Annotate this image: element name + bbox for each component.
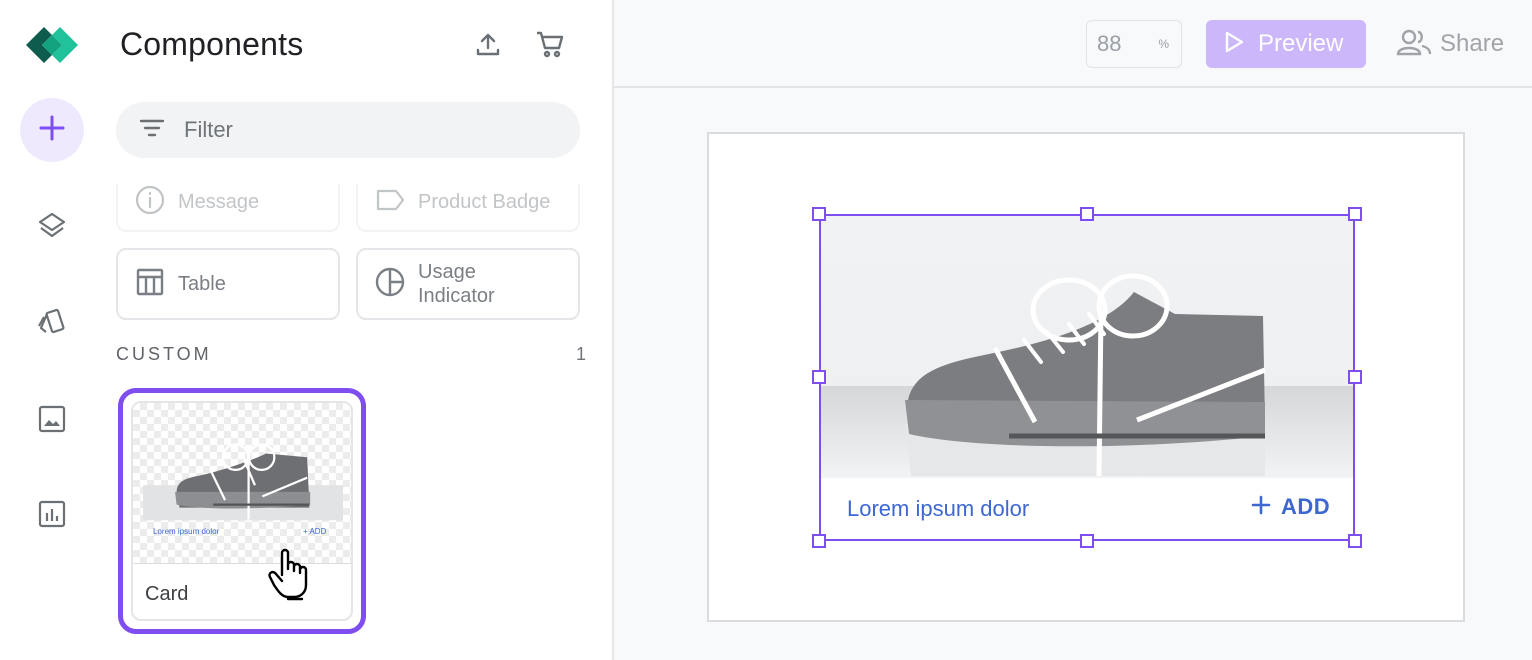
tile-label: Message	[178, 191, 260, 213]
resize-handle-bottom-left[interactable]	[812, 534, 826, 548]
resize-handle-bottom-right[interactable]	[1348, 534, 1362, 548]
resize-handle-left[interactable]	[812, 370, 826, 384]
pie-chart-icon	[374, 266, 406, 303]
cart-icon[interactable]	[532, 26, 568, 62]
canvas-workspace: 88 % Preview Share Lorem ipsum dolor ADD	[614, 0, 1532, 660]
plus-icon	[1251, 495, 1271, 520]
info-icon	[134, 184, 166, 221]
panel-title: Components	[120, 26, 304, 62]
thumb-card-title: Lorem ipsum dolor	[153, 527, 220, 536]
resize-handle-top[interactable]	[1080, 207, 1094, 221]
zoom-input[interactable]: 88 %	[1086, 20, 1182, 68]
filter-placeholder: Filter	[184, 117, 233, 142]
thumb-action-label: ADD	[309, 527, 327, 536]
filter-icon	[138, 116, 166, 145]
card-thumbnail-frame: Lorem ipsum dolor + ADD Card	[131, 401, 353, 621]
card-divider	[133, 563, 351, 564]
resize-handle-bottom[interactable]	[1080, 534, 1094, 548]
play-icon	[1224, 31, 1244, 58]
resize-handle-top-right[interactable]	[1348, 207, 1362, 221]
tile-label: Table	[178, 273, 226, 295]
zoom-unit: %	[1158, 37, 1169, 51]
image-icon[interactable]	[34, 401, 70, 437]
hand-cursor-icon	[268, 548, 308, 601]
tile-label: Product Badge	[418, 191, 551, 213]
artboard: Lorem ipsum dolor ADD	[707, 132, 1465, 622]
table-icon	[134, 266, 166, 303]
section-label: CUSTOM	[116, 344, 212, 364]
card-add-button[interactable]: ADD	[1251, 494, 1330, 520]
card-thumbnail-image	[143, 443, 343, 521]
component-tile-table[interactable]: Table	[116, 248, 340, 320]
card-add-label: ADD	[1281, 494, 1331, 519]
resize-handle-top-left[interactable]	[812, 207, 826, 221]
palette-icon[interactable]	[34, 304, 70, 340]
preview-label: Preview	[1258, 30, 1344, 57]
zoom-value: 88	[1097, 31, 1122, 56]
custom-card-name: Card	[145, 583, 189, 605]
share-label: Share	[1440, 30, 1505, 57]
filter-input[interactable]: Filter	[116, 102, 580, 158]
card-image	[819, 214, 1355, 478]
app-logo	[24, 25, 80, 65]
left-rail	[0, 0, 104, 660]
section-count: 1	[576, 344, 587, 364]
label-tag-icon	[374, 186, 406, 219]
add-component-button[interactable]	[20, 98, 84, 162]
add-icon	[38, 114, 66, 147]
preview-button[interactable]: Preview	[1206, 20, 1366, 68]
resize-handle-right[interactable]	[1348, 370, 1362, 384]
layers-icon[interactable]	[34, 207, 70, 243]
tile-label: Usage Indicator	[418, 261, 495, 307]
components-panel: Components Filter Message Product Badge …	[104, 0, 612, 660]
top-toolbar: 88 % Preview Share	[614, 0, 1532, 88]
card-title: Lorem ipsum dolor	[847, 496, 1030, 521]
sneaker-illustration	[819, 214, 1355, 478]
upload-icon[interactable]	[470, 26, 506, 62]
thumb-card-action: + ADD	[303, 527, 327, 536]
scroll-fade	[104, 158, 612, 184]
chart-icon[interactable]	[34, 496, 70, 532]
selected-card-component[interactable]: Lorem ipsum dolor ADD	[812, 207, 1362, 548]
share-button[interactable]: Share	[1396, 20, 1504, 68]
people-icon	[1396, 28, 1432, 61]
component-tile-usage-indicator[interactable]: Usage Indicator	[356, 248, 580, 320]
custom-component-card[interactable]: Lorem ipsum dolor + ADD Card	[118, 388, 366, 634]
